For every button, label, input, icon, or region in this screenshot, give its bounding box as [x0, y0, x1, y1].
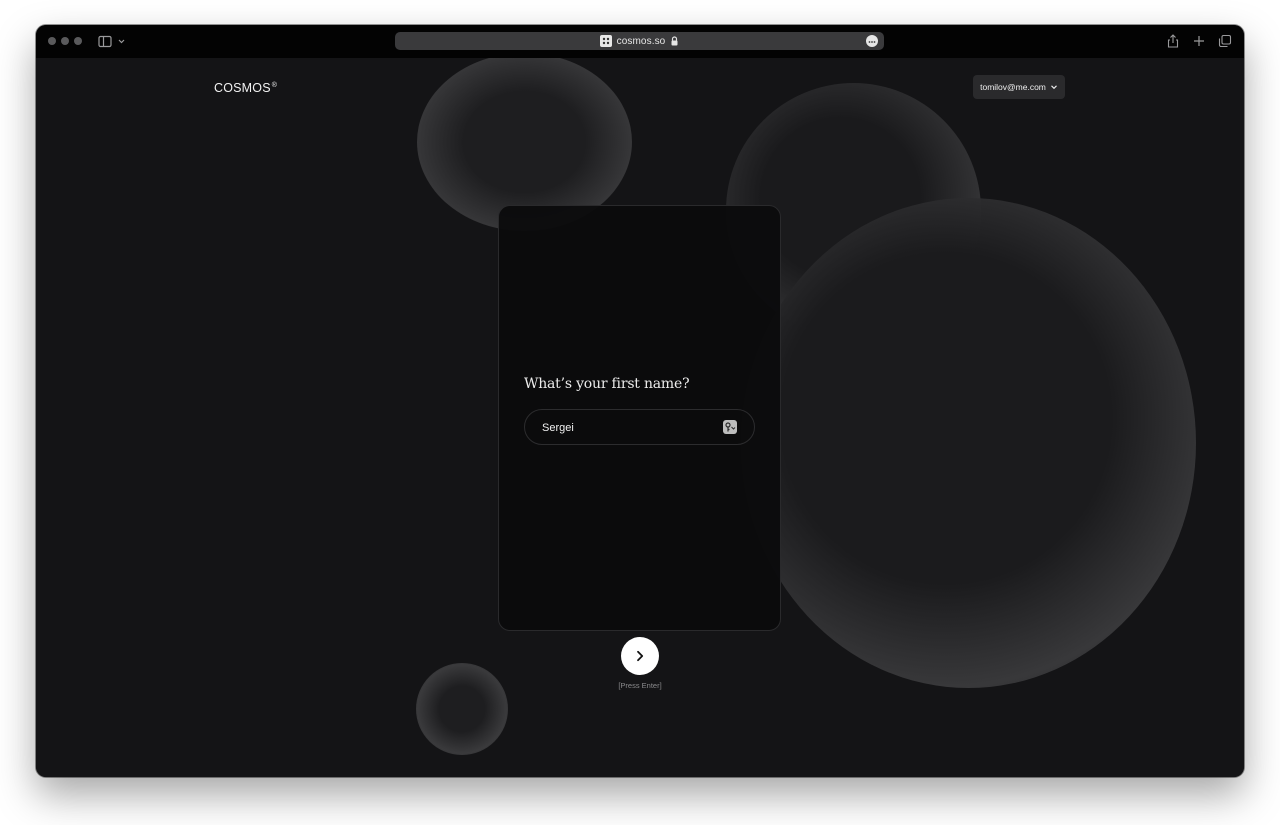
more-icon[interactable]	[866, 35, 878, 47]
first-name-field[interactable]	[524, 409, 755, 445]
close-window-button[interactable]	[48, 37, 56, 45]
address-bar[interactable]: cosmos.so	[395, 32, 884, 50]
zoom-window-button[interactable]	[74, 37, 82, 45]
onboarding-card: What’s your first name?	[498, 205, 781, 631]
account-email: tomilov@me.com	[980, 82, 1046, 92]
minimize-window-button[interactable]	[61, 37, 69, 45]
question-heading: What’s your first name?	[524, 376, 690, 392]
page-content: COSMOS® tomilov@me.com What’s your first…	[36, 58, 1244, 777]
tabs-icon[interactable]	[1218, 34, 1232, 48]
registered-mark: ®	[271, 81, 278, 89]
share-icon[interactable]	[1166, 34, 1180, 48]
press-enter-hint: [Press Enter]	[618, 681, 662, 690]
lock-icon	[671, 36, 678, 46]
next-button[interactable]	[621, 637, 659, 675]
sidebar-icon[interactable]	[98, 35, 126, 49]
account-menu-button[interactable]: tomilov@me.com	[973, 75, 1065, 99]
background-bubble	[741, 198, 1196, 688]
chevron-down-icon	[1051, 85, 1057, 90]
url-text: cosmos.so	[616, 35, 666, 47]
first-name-input[interactable]	[542, 419, 712, 436]
browser-window: cosmos.so COSMOS® tomilov@me.com What’s …	[36, 25, 1244, 777]
password-key-icon[interactable]	[723, 420, 737, 434]
logo-text: COSMOS	[214, 81, 271, 95]
plus-icon[interactable]	[1192, 34, 1206, 48]
window-controls	[48, 37, 82, 45]
chevron-right-icon	[637, 650, 644, 662]
background-bubble	[416, 663, 508, 755]
cosmos-logo[interactable]: COSMOS®	[214, 81, 277, 95]
browser-toolbar: cosmos.so	[36, 25, 1244, 58]
site-favicon-icon	[599, 35, 612, 47]
